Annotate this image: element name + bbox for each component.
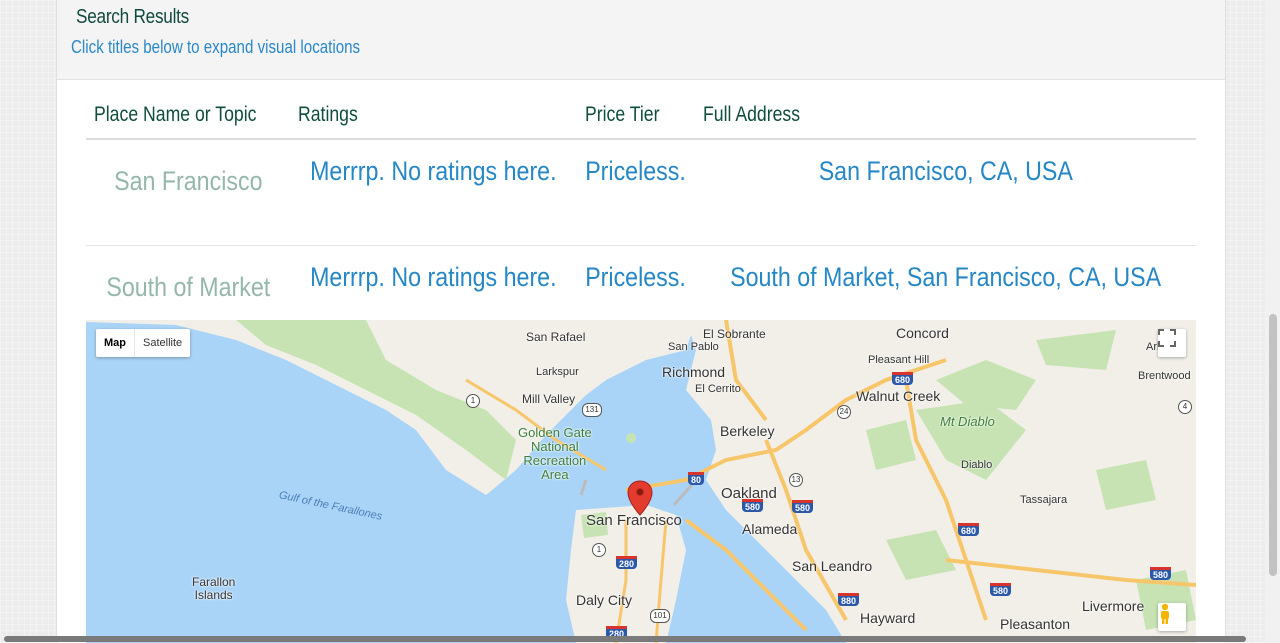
rating-cell: Merrrp. No ratings here. [290,139,577,246]
highway-shield: 880 [838,593,860,606]
map-label: Richmond [662,364,726,380]
highway-shield: 580 [990,583,1012,596]
map-label: Concord [896,325,949,341]
map-type-satellite-button[interactable]: Satellite [135,329,190,357]
map-label: Mill Valley [522,392,576,406]
map-type-control: Map Satellite [96,329,191,357]
vertical-scrollbar[interactable] [1265,0,1280,643]
results-table: Place Name or Topic Ratings Price Tier F… [86,100,1196,351]
highway-shield: 680 [892,372,914,385]
column-header-place: Place Name or Topic [86,100,291,140]
route-marker: 131 [582,403,602,417]
map-label: Alameda [742,521,798,537]
column-header-price: Price Tier [576,100,695,140]
map-label: Golden Gate National Recreation Area [518,425,592,482]
route-marker: 1 [466,394,480,408]
map-label: Larkspur [536,366,579,378]
page-title: Search Results [76,6,190,28]
column-header-ratings: Ratings [290,100,577,140]
map-label: Daly City [576,592,633,608]
map-label: Diablo [961,459,993,471]
highway-shield: 580 [792,500,814,513]
horizontal-scrollbar[interactable] [0,635,1246,643]
map-label: Walnut Creek [856,388,941,404]
map-label: El Sobrante [703,327,766,341]
pegman-icon[interactable] [1158,603,1186,631]
price-cell: Priceless. [576,139,695,246]
map-label: Pleasant Hill [868,354,930,366]
map-label: Hayward [860,610,916,626]
map-type-map-button[interactable]: Map [96,329,135,357]
route-marker: 13 [789,473,803,487]
route-marker: 24 [837,405,851,419]
table-header-row: Place Name or Topic Ratings Price Tier F… [86,100,1196,140]
map-label: San Rafael [526,330,586,344]
address-cell: San Francisco, CA, USA [694,139,1196,246]
map-label: El Cerrito [695,383,741,395]
fullscreen-icon[interactable] [1158,329,1186,357]
map-label: Berkeley [720,423,775,439]
scrollbar-thumb[interactable] [1269,314,1277,576]
map-label: Pleasanton [1000,616,1071,632]
highway-shield: 280 [616,556,638,569]
horizontal-scrollbar-thumb[interactable] [4,636,1246,642]
highway-shield: 680 [958,523,980,536]
route-marker: 101 [650,609,670,623]
map-canvas[interactable]: San Rafael El Sobrante Concord San Pablo… [86,320,1196,643]
panel-header: Search Results Click titles below to exp… [57,0,1225,80]
route-marker: 4 [1178,400,1192,414]
column-header-address: Full Address [694,100,1196,140]
highway-shield: 80 [688,472,705,485]
highway-shield: 580 [742,499,764,512]
highway-shield: 580 [1150,567,1172,580]
map-label: Tassajara [1020,494,1068,506]
map-label: Brentwood [1138,370,1191,382]
map-label: San Leandro [792,558,873,574]
table-row: San Francisco Merrrp. No ratings here. P… [86,139,1196,246]
map-label: Farallon Islands [192,575,236,602]
map-label: Livermore [1082,598,1145,614]
map-label: Mt Diablo [940,414,995,429]
route-marker: 1 [592,543,606,557]
place-title-link[interactable]: San Francisco [86,139,291,246]
map-label: San Pablo [668,341,719,353]
page-subtitle: Click titles below to expand visual loca… [71,37,361,57]
